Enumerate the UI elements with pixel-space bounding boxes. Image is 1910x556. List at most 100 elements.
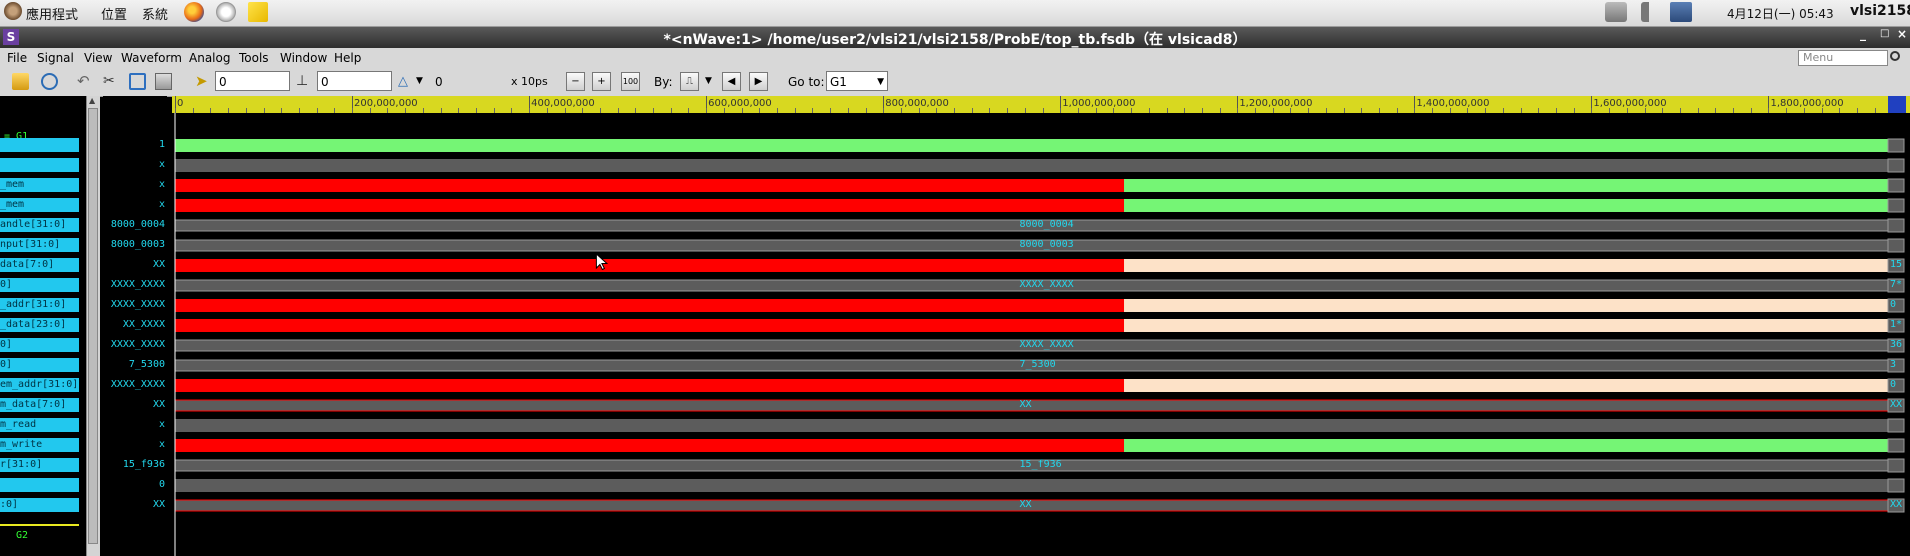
notes-launcher-icon[interactable] (248, 2, 268, 22)
wave-high-segment[interactable] (1124, 439, 1888, 452)
wave-unknown-segment[interactable] (175, 419, 1888, 432)
signal-name-row[interactable]: nput[31:0] (0, 238, 79, 252)
wave-end-segment[interactable] (1887, 418, 1905, 433)
wave-x-segment[interactable] (175, 379, 1125, 392)
signal-name-row[interactable]: _mem (0, 198, 79, 212)
signal-name-row[interactable]: m_write (0, 438, 79, 452)
signal-name-row[interactable]: 0] (0, 338, 79, 352)
firefox-icon[interactable] (184, 2, 204, 22)
wave-x-segment[interactable] (175, 179, 1125, 192)
menu-tools[interactable]: Tools (239, 51, 269, 65)
signal-name-row[interactable]: _mem (0, 178, 79, 192)
delta-dropdown-icon[interactable]: ▼ (416, 73, 433, 90)
wave-high-segment[interactable] (175, 139, 1888, 152)
menu-file[interactable]: File (7, 51, 27, 65)
window-title-bar[interactable]: S *<nWave:1> /home/user2/vlsi21/vlsi2158… (0, 27, 1910, 48)
panel-menu-applications[interactable]: 應用程式 (26, 4, 78, 23)
name-pane-scrollbar[interactable]: ▲ (86, 96, 100, 556)
search-prev-button[interactable]: ◀ (722, 72, 741, 91)
wave-x-segment[interactable] (175, 319, 1125, 332)
signal-name-row[interactable] (0, 158, 79, 172)
network-launcher-icon[interactable] (216, 2, 236, 22)
zoom-in-button[interactable]: + (592, 72, 611, 91)
menu-search-input[interactable]: Menu (1798, 50, 1888, 66)
wave-bus-segment[interactable] (1124, 259, 1888, 272)
signal-name-row[interactable]: 0] (0, 358, 79, 372)
applications-menu-icon[interactable] (4, 2, 22, 20)
wave-end-segment[interactable] (1887, 218, 1905, 233)
volume-icon[interactable] (1641, 2, 1661, 22)
signal-name-row[interactable]: :0] (0, 498, 79, 512)
group-g2-label[interactable]: G2 (16, 530, 28, 541)
panel-menu-places[interactable]: 位置 (101, 4, 127, 23)
menu-waveform[interactable]: Waveform (121, 51, 182, 65)
maximize-button[interactable]: □ (1880, 28, 1889, 39)
menu-analog[interactable]: Analog (189, 51, 230, 65)
wave-unknown-segment[interactable] (175, 159, 1888, 172)
wave-x-segment[interactable] (175, 299, 1125, 312)
marker-icon[interactable]: ⊥ (296, 73, 313, 90)
signal-name-row[interactable]: em_addr[31:0] (0, 378, 79, 392)
wave-high-segment[interactable] (1124, 179, 1888, 192)
wave-bus-segment[interactable] (1124, 299, 1888, 312)
marker-time-input[interactable]: 0 (317, 71, 392, 91)
signal-name-row[interactable]: m_read (0, 418, 79, 432)
cut-icon[interactable]: ✂ (103, 73, 120, 90)
wave-x-segment[interactable] (175, 199, 1125, 212)
signal-name-row[interactable]: _addr[31:0] (0, 298, 79, 312)
menu-window[interactable]: Window (280, 51, 327, 65)
reload-icon[interactable] (41, 73, 58, 90)
wave-end-segment[interactable] (1887, 238, 1905, 253)
search-by-button[interactable]: ⎍ (680, 72, 699, 91)
wave-end-segment[interactable] (1887, 178, 1905, 193)
signal-name-row[interactable]: m_data[7:0] (0, 398, 79, 412)
time-ruler[interactable]: 0 200,000,000 400,000,000 600,000,000 800,00… (172, 96, 1910, 113)
goto-select[interactable]: G1 ▼ (826, 71, 888, 91)
signal-name-row[interactable]: andle[31:0] (0, 218, 79, 232)
menu-signal[interactable]: Signal (37, 51, 74, 65)
undo-icon[interactable]: ↶ (77, 73, 94, 90)
signal-name-row[interactable]: 0] (0, 278, 79, 292)
network-status-icon[interactable] (1670, 2, 1692, 22)
waveform-canvas[interactable] (172, 113, 1910, 556)
signal-name-row[interactable]: r[31:0] (0, 458, 79, 472)
paste-icon[interactable] (155, 73, 172, 90)
panel-menu-system[interactable]: 系統 (142, 4, 168, 23)
scroll-up-icon[interactable]: ▲ (89, 96, 95, 105)
goto-dropdown-icon[interactable]: ▼ (877, 72, 884, 92)
signal-name-row[interactable]: _data[23:0] (0, 318, 79, 332)
panel-clock[interactable]: 4月12日(一) 05:43 (1727, 5, 1834, 22)
close-button[interactable]: × (1897, 27, 1907, 41)
cursor-time-input[interactable]: 0 (215, 71, 290, 91)
signal-name-row[interactable] (0, 478, 79, 492)
search-next-button[interactable]: ▶ (749, 72, 768, 91)
wave-end-segment[interactable] (1887, 138, 1905, 153)
search-by-dropdown-icon[interactable]: ▼ (705, 73, 722, 90)
wave-end-segment[interactable] (1887, 198, 1905, 213)
zoom-fit-button[interactable]: 100 (621, 72, 640, 91)
wave-bus-segment[interactable] (1124, 379, 1888, 392)
wave-unknown-segment[interactable] (175, 479, 1888, 492)
zoom-out-button[interactable]: − (566, 72, 585, 91)
delta-icon[interactable]: △ (398, 73, 415, 90)
ruler-end-marker[interactable] (1888, 96, 1906, 113)
panel-user[interactable]: vlsi2158 (1850, 3, 1910, 19)
wave-bus-segment[interactable] (1124, 319, 1888, 332)
cursor-icon[interactable]: ➤ (195, 73, 212, 90)
wave-end-segment[interactable] (1887, 458, 1905, 473)
wave-x-segment[interactable] (175, 259, 1125, 272)
scroll-thumb[interactable] (88, 108, 98, 544)
signal-name-row[interactable]: data[7:0] (0, 258, 79, 272)
menu-view[interactable]: View (84, 51, 112, 65)
wave-end-segment[interactable] (1887, 478, 1905, 493)
open-file-icon[interactable] (12, 73, 29, 90)
wave-end-segment[interactable] (1887, 158, 1905, 173)
waveform-pane[interactable]: 0 200,000,000 400,000,000 600,000,000 800,00… (172, 96, 1910, 556)
signal-name-row[interactable] (0, 138, 79, 152)
printer-status-icon[interactable] (1605, 2, 1627, 22)
wave-high-segment[interactable] (1124, 199, 1888, 212)
menu-help[interactable]: Help (334, 51, 361, 65)
minimize-button[interactable]: _ (1860, 27, 1866, 41)
wave-end-segment[interactable] (1887, 438, 1905, 453)
wave-x-segment[interactable] (175, 439, 1125, 452)
